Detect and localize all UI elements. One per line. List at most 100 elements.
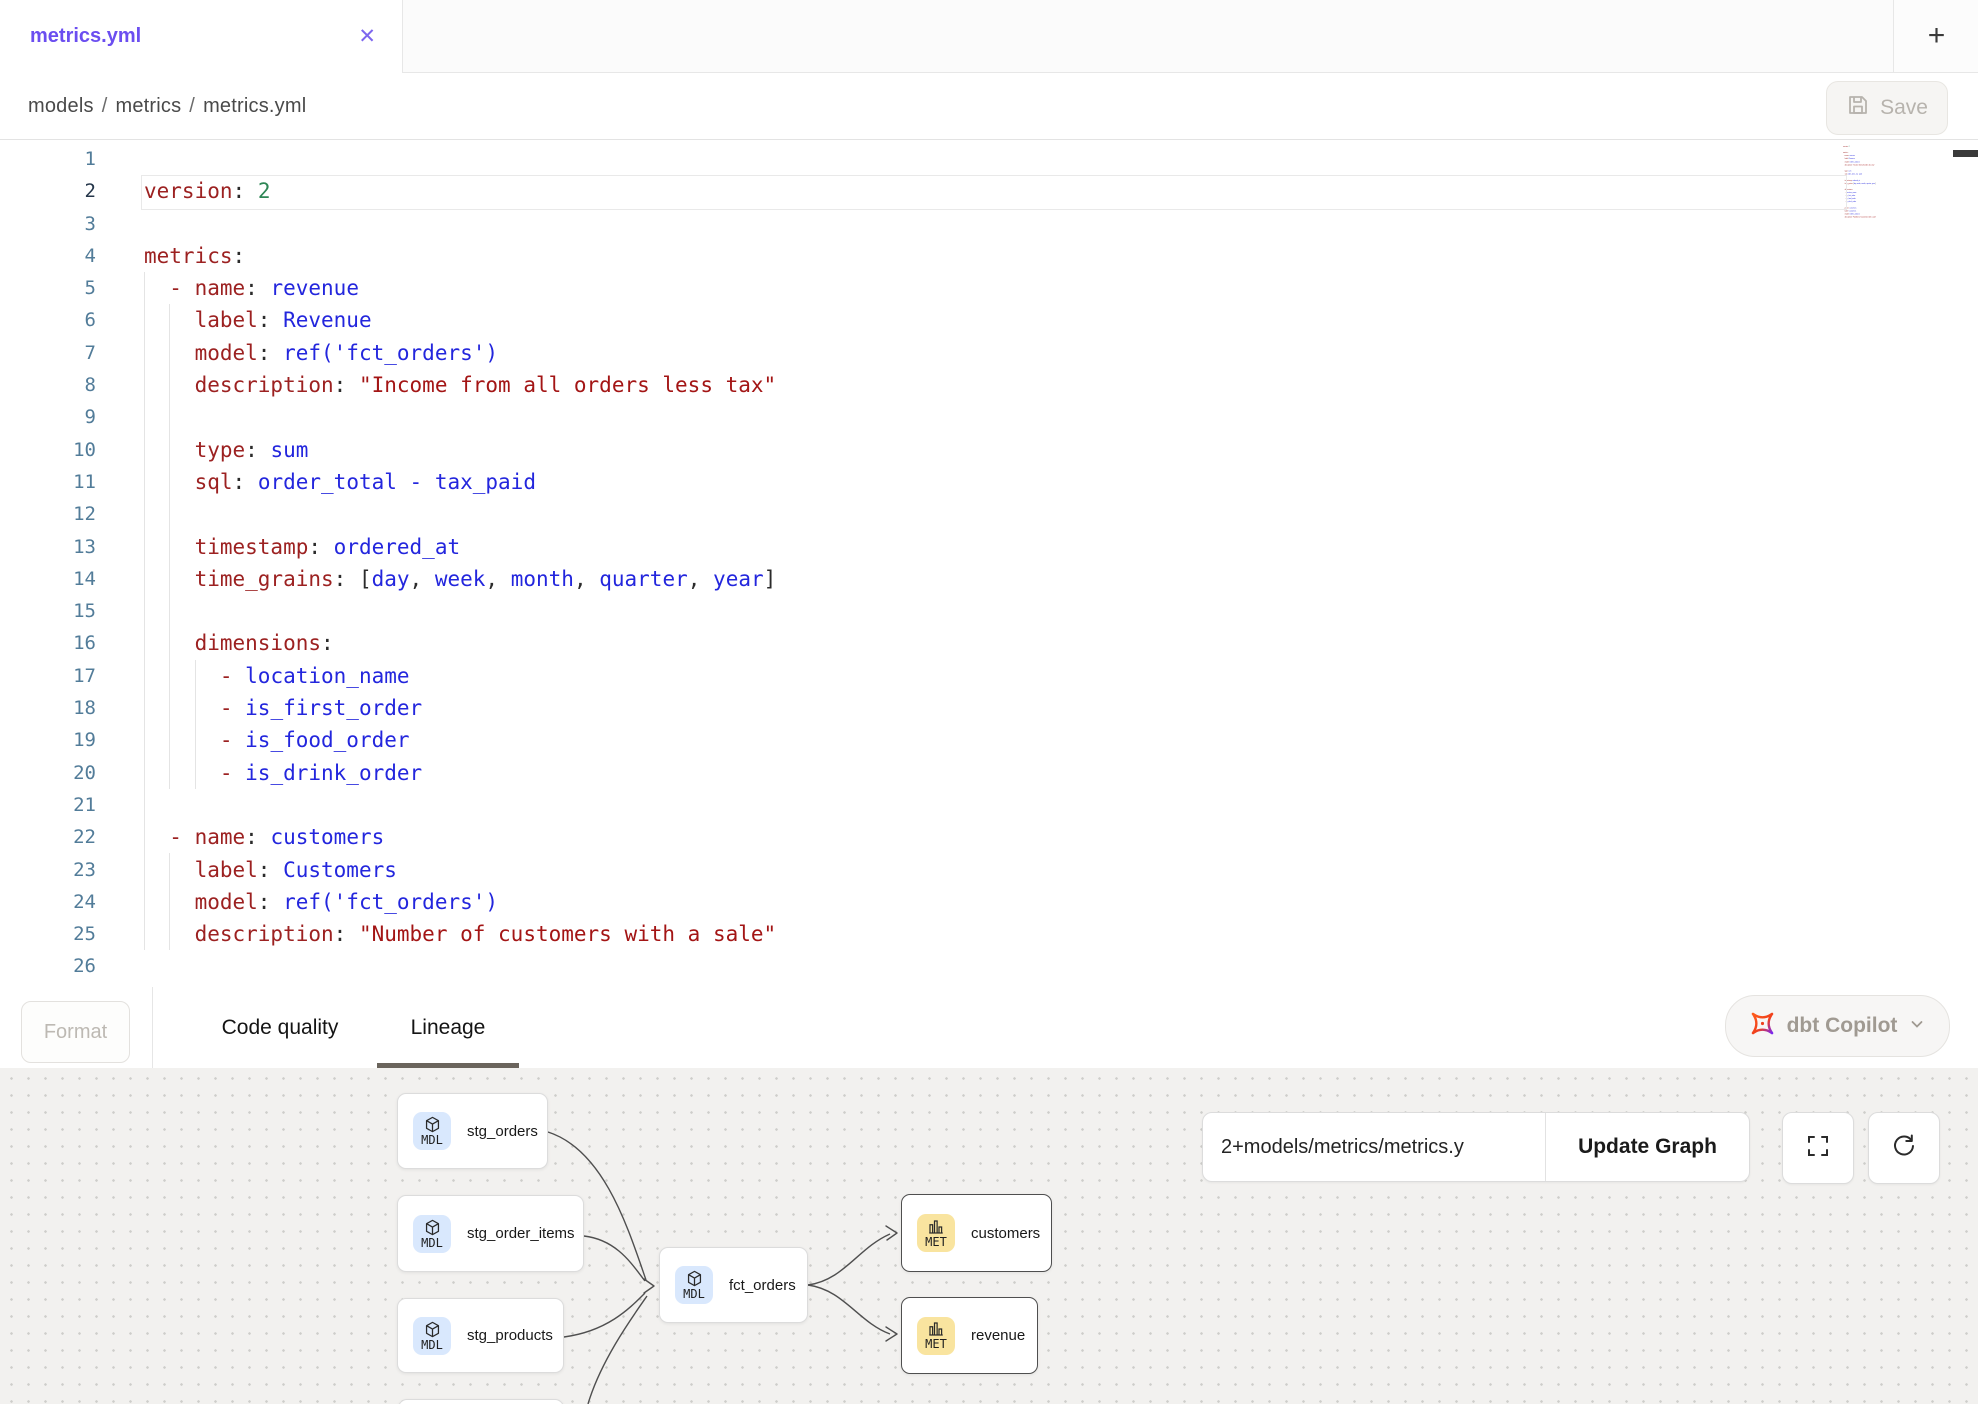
plus-icon: +: [1928, 21, 1946, 51]
update-graph-button[interactable]: Update Graph: [1546, 1113, 1749, 1181]
code-line: time_grains: [day, week, month, quarter,…: [144, 563, 776, 595]
line-number: 16: [0, 627, 96, 659]
tab-bar: + metrics.yml ✕: [0, 0, 1978, 73]
line-number: 9: [0, 401, 96, 433]
line-number: 17: [0, 660, 96, 692]
graph-controls: 2+models/metrics/metrics.y Update Graph: [1202, 1112, 1750, 1182]
tab-metrics-yml[interactable]: metrics.yml ✕: [0, 0, 403, 73]
code-line: label: Revenue: [144, 304, 776, 336]
code-line: [144, 401, 776, 433]
chevron-down-icon: [1908, 1015, 1926, 1038]
tab-code-quality[interactable]: Code quality: [180, 987, 380, 1068]
lineage-node-stg_products[interactable]: MDLstg_products: [397, 1298, 564, 1373]
close-icon[interactable]: ✕: [358, 26, 376, 47]
line-number: 20: [0, 757, 96, 789]
lineage-node-stg_orders[interactable]: MDL stg_orders: [397, 1093, 548, 1169]
line-number: 11: [0, 466, 96, 498]
lineage-node-revenue[interactable]: METrevenue: [901, 1297, 1038, 1374]
lineage-node-fct_orders[interactable]: MDLfct_orders: [659, 1247, 808, 1323]
line-number: 23: [0, 854, 96, 886]
minimap[interactable]: version: 2metrics: - name: revenue label…: [1843, 142, 1953, 234]
line-number: 18: [0, 692, 96, 724]
code-line: [144, 789, 776, 821]
code-line: model: ref('fct_orders'): [144, 886, 776, 918]
line-number: 4: [0, 240, 96, 272]
refresh-icon: [1890, 1132, 1918, 1165]
line-number: 15: [0, 595, 96, 627]
breadcrumb-row: models / metrics / metrics.yml Save: [0, 73, 1978, 140]
line-number: 22: [0, 821, 96, 853]
node-label: customers: [971, 1225, 1040, 1242]
node-label: fct_orders: [729, 1277, 796, 1294]
line-number: 13: [0, 531, 96, 563]
breadcrumb-segment[interactable]: metrics: [115, 95, 181, 117]
lineage-canvas[interactable]: MDL stg_orders MDL stg_order_items MDLstg_pr…: [0, 1068, 1978, 1404]
code-line: [144, 208, 776, 240]
dbt-copilot-icon: [1749, 1010, 1776, 1042]
save-button[interactable]: Save: [1826, 81, 1948, 135]
code-line: type: sum: [144, 434, 776, 466]
code-line: [144, 498, 776, 530]
code-line: [144, 950, 776, 982]
lineage-node-customers[interactable]: METcustomers: [901, 1194, 1052, 1272]
dbt-copilot-label: dbt Copilot: [1787, 1014, 1898, 1038]
node-label: stg_products: [467, 1327, 553, 1344]
line-number: 2: [0, 175, 96, 207]
node-label: stg_orders: [467, 1123, 538, 1140]
breadcrumb[interactable]: models / metrics / metrics.yml: [28, 95, 306, 118]
code-line: dimensions:: [144, 627, 776, 659]
node-label: stg_order_items: [467, 1225, 575, 1242]
code-line: [1843, 219, 1953, 222]
tab-lineage[interactable]: Lineage: [377, 987, 519, 1068]
refresh-button[interactable]: [1868, 1112, 1940, 1184]
ide-window: + metrics.yml ✕ models / metrics / metrics.y…: [0, 0, 1978, 1404]
model-cube-icon: MDL: [413, 1215, 451, 1253]
code-content[interactable]: version: 2 metrics: - name: revenue label…: [144, 143, 776, 983]
lineage-node-stg_order_items[interactable]: MDL stg_order_items: [397, 1195, 584, 1272]
line-number: 6: [0, 304, 96, 336]
code-line: - location_name: [144, 660, 776, 692]
metric-chart-icon: MET: [917, 1317, 955, 1355]
line-number: 7: [0, 337, 96, 369]
save-icon: [1846, 93, 1870, 123]
code-line: sql: order_total - tax_paid: [144, 466, 776, 498]
code-line: - is_drink_order: [144, 757, 776, 789]
format-button[interactable]: Format: [21, 1001, 130, 1063]
tab-lineage-label: Lineage: [411, 1016, 486, 1040]
line-number: 26: [0, 950, 96, 982]
breadcrumb-segment[interactable]: metrics.yml: [203, 95, 306, 117]
code-line: [144, 595, 776, 627]
tab-bar-filler: [403, 0, 1978, 73]
line-number: 3: [0, 208, 96, 240]
line-number: 5: [0, 272, 96, 304]
line-number: 14: [0, 563, 96, 595]
breadcrumb-segment[interactable]: models: [28, 95, 94, 117]
code-line: - name: customers: [144, 821, 776, 853]
breadcrumb-separator: /: [189, 95, 195, 117]
line-number: 19: [0, 724, 96, 756]
breadcrumb-separator: /: [102, 95, 108, 117]
dbt-copilot-button[interactable]: dbt Copilot: [1725, 995, 1950, 1057]
line-number: 8: [0, 369, 96, 401]
line-number: 12: [0, 498, 96, 530]
code-line: - is_first_order: [144, 692, 776, 724]
code-line: - is_food_order: [144, 724, 776, 756]
line-number: 21: [0, 789, 96, 821]
toolbar-divider: [152, 987, 153, 1068]
code-line: version: 2: [144, 175, 776, 207]
tab-title: metrics.yml: [30, 25, 141, 48]
minimap-content: version: 2metrics: - name: revenue label…: [1843, 142, 1953, 222]
model-cube-icon: MDL: [413, 1112, 451, 1150]
lineage-node-partial[interactable]: [398, 1399, 564, 1404]
lineage-filter-input[interactable]: 2+models/metrics/metrics.y: [1203, 1113, 1546, 1181]
save-label: Save: [1880, 96, 1928, 120]
code-line: model: ref('fct_orders'): [144, 337, 776, 369]
code-line: - name: revenue: [144, 272, 776, 304]
format-label: Format: [44, 1021, 107, 1044]
fullscreen-button[interactable]: [1782, 1112, 1854, 1184]
new-tab-button[interactable]: +: [1893, 0, 1978, 72]
scrollbar-thumb[interactable]: [1953, 150, 1978, 157]
code-line: description: "Income from all orders les…: [144, 369, 776, 401]
code-line: metrics:: [144, 240, 776, 272]
code-editor[interactable]: 1234567891011121314151617181920212223242…: [0, 140, 1978, 988]
